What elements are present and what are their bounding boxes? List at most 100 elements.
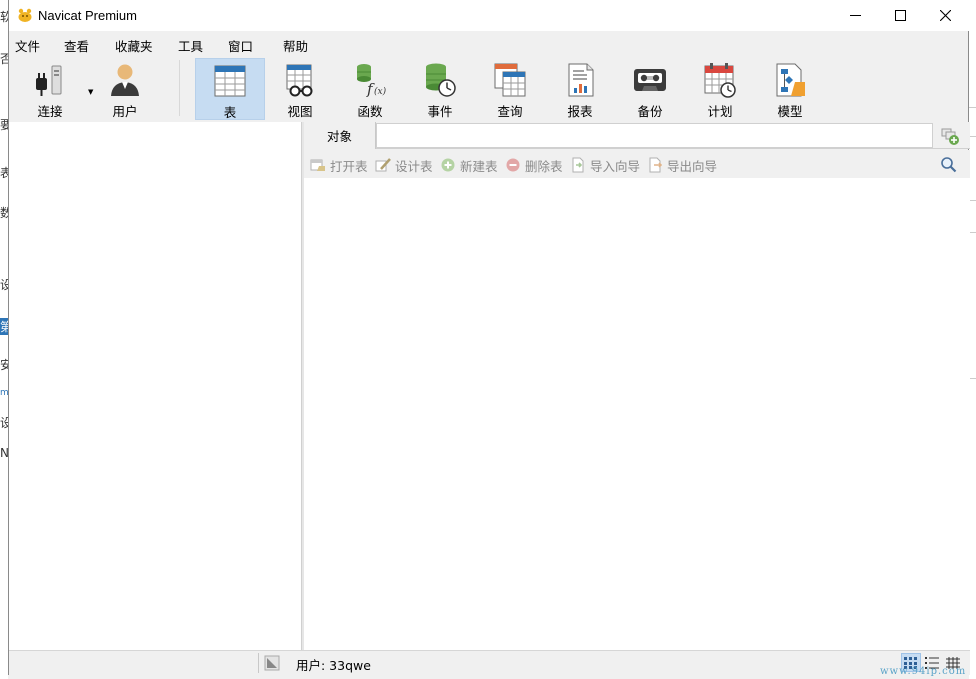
bg-fragment: 数 [0,206,8,220]
minimize-icon [850,15,861,16]
export-wizard-button[interactable]: 导出向导 [647,157,718,174]
menu-tools[interactable]: 工具 [178,36,203,55]
report-button[interactable]: 报表 [545,58,615,120]
user-icon [111,64,139,96]
user-button[interactable]: 用户 [90,58,160,120]
connect-button[interactable]: ▼ 连接 [15,58,93,120]
tab-objects-label: 对象 [326,129,352,144]
query-label: 查询 [497,104,523,119]
delete-table-label: 删除表 [525,158,563,174]
table-icon [214,65,246,97]
navicat-logo-icon [18,8,32,22]
new-table-button[interactable]: 新建表 [440,157,498,174]
query-icon [494,63,526,97]
bg-fragment: 要 [0,118,8,132]
bg-fragment: 安 [0,358,8,372]
import-wizard-label: 导入向导 [590,158,641,174]
export-icon [649,157,663,173]
event-button[interactable]: 事件 [405,58,475,120]
model-diagram-icon [776,63,805,97]
open-table-button[interactable]: 打开表 [310,157,368,174]
connect-label: 连接 [37,104,63,119]
event-label: 事件 [427,104,453,119]
connection-tree-pane[interactable] [9,122,302,650]
bg-fragment: 表 [0,166,8,180]
new-table-label: 新建表 [460,158,498,174]
navicat-window: Navicat Premium 文件 查看 收藏夹 工具 窗口 帮助 ▼ 连接 … [8,0,970,675]
menu-file[interactable]: 文件 [15,36,40,55]
title-bar[interactable]: Navicat Premium [9,0,970,31]
model-label: 模型 [777,104,803,119]
backup-label: 备份 [637,104,663,119]
menu-help[interactable]: 帮助 [283,36,308,55]
import-icon [572,157,584,173]
background-desktop-right [969,0,976,679]
tab-strip-area [376,123,933,148]
maximize-button[interactable] [878,0,923,31]
export-wizard-label: 导出向导 [667,158,718,174]
status-bar: 用户: 33qwe [9,650,970,675]
status-divider [258,653,259,673]
background-desktop-left [0,0,8,679]
bg-fragment: N [0,446,8,460]
toolbar-separator [179,60,180,116]
bg-divider [969,378,976,379]
view-label: 视图 [287,104,313,119]
tab-objects[interactable]: 对象 [304,122,376,149]
search-icon[interactable] [940,156,957,173]
svg-text:(x): (x) [374,86,387,97]
plug-icon [36,65,62,96]
add-tab-icon[interactable] [940,126,960,146]
window-title: Navicat Premium [38,8,137,23]
main-toolbar: ▼ 连接 用户 表 视图 f (x) 函数 事件 查询 报表 备份 计划 模型 [9,56,970,122]
menu-favorites[interactable]: 收藏夹 [115,36,153,55]
event-clock-icon [426,63,456,97]
bg-divider [969,136,976,137]
schedule-button[interactable]: 计划 [685,58,755,120]
backup-button[interactable]: 备份 [615,58,685,120]
connection-status-icon [264,655,280,671]
menu-view[interactable]: 查看 [64,36,89,55]
design-table-label: 设计表 [395,158,433,174]
design-table-icon [375,158,391,172]
view-glasses-icon [286,64,313,97]
object-toolbar: 打开表 设计表 新建表 删除表 导入向导 导出向导 [304,150,970,178]
open-table-icon [310,159,325,171]
watermark-text: www.94ip.com [880,666,967,677]
function-button[interactable]: f (x) 函数 [335,58,405,120]
import-wizard-button[interactable]: 导入向导 [570,157,641,174]
backup-cassette-icon [634,69,666,91]
schedule-label: 计划 [707,104,733,119]
minimize-button[interactable] [833,0,878,31]
bg-fragment: 软 [0,10,8,24]
report-icon [568,63,594,97]
bg-fragment: 设 [0,278,8,292]
schedule-calendar-icon [704,63,736,98]
function-label: 函数 [357,104,383,119]
function-icon: f (x) [357,64,387,98]
table-label: 表 [223,105,237,120]
delete-table-icon [506,158,520,172]
bg-fragment: 第 [0,318,8,335]
bg-divider [969,107,976,108]
new-table-icon [441,158,455,172]
maximize-icon [895,10,906,21]
delete-table-button[interactable]: 删除表 [505,157,563,174]
status-user: 用户: 33qwe [296,658,371,673]
model-button[interactable]: 模型 [755,58,825,120]
view-button[interactable]: 视图 [265,58,335,120]
table-button[interactable]: 表 [195,58,265,120]
query-button[interactable]: 查询 [475,58,545,120]
menu-window[interactable]: 窗口 [228,36,253,55]
open-table-label: 打开表 [330,158,368,174]
object-pane: 对象 打开表 设计表 新建表 删除表 导入向导 导出向导 [304,122,970,650]
bg-fragment: 设 [0,416,8,430]
close-button[interactable] [923,0,968,31]
report-label: 报表 [567,104,593,119]
design-table-button[interactable]: 设计表 [375,157,433,174]
tab-bar: 对象 [304,122,970,149]
bg-fragment: 否 [0,52,8,66]
object-list-area[interactable] [304,178,970,650]
user-label: 用户 [112,104,138,119]
bg-fragment: m [0,388,8,398]
